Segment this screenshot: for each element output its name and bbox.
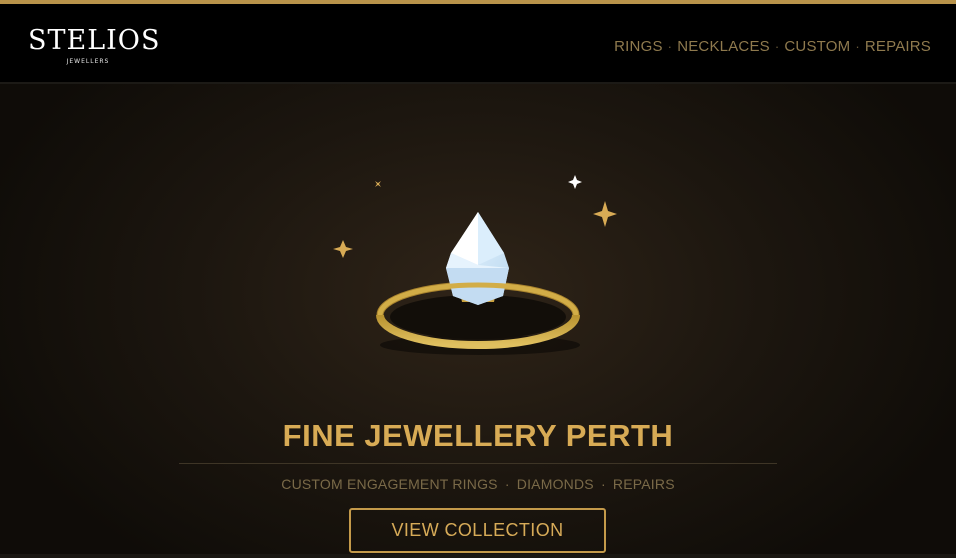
title-divider xyxy=(179,463,777,464)
nav-separator: · xyxy=(855,39,860,54)
sparkle-icon xyxy=(568,175,582,189)
hero-subtitle: CUSTOM ENGAGEMENT RINGS · DIAMONDS · REP… xyxy=(0,476,956,492)
nav-link-necklaces[interactable]: NECKLACES xyxy=(677,38,770,55)
nav-link-custom[interactable]: CUSTOM xyxy=(784,38,850,55)
diamond-ring-icon xyxy=(333,175,617,355)
nav-link-repairs[interactable]: REPAIRS xyxy=(865,38,931,55)
site-header: STELIOS JEWELLERS RINGS · NECKLACES · CU… xyxy=(0,4,956,82)
subtitle-item: CUSTOM ENGAGEMENT RINGS xyxy=(281,476,498,492)
hero-illustration xyxy=(320,165,640,365)
bottom-divider xyxy=(0,554,956,558)
subtitle-item: DIAMONDS xyxy=(516,476,594,492)
logo-subtitle: JEWELLERS xyxy=(66,58,110,65)
nav-separator: · xyxy=(774,39,780,54)
main-nav: RINGS · NECKLACES · CUSTOM · REPAIRS xyxy=(614,38,931,55)
view-collection-button[interactable]: VIEW COLLECTION xyxy=(349,508,606,553)
subtitle-item: REPAIRS xyxy=(612,476,675,492)
nav-separator: · xyxy=(667,39,673,54)
subtitle-separator: · xyxy=(600,476,606,492)
hero-title: FINE JEWELLERY PERTH xyxy=(282,418,674,453)
subtitle-separator: · xyxy=(504,476,510,492)
nav-link-rings[interactable]: RINGS xyxy=(614,38,663,55)
logo-wordmark: STELIOS xyxy=(28,25,161,56)
logo[interactable]: STELIOS JEWELLERS xyxy=(28,24,159,68)
